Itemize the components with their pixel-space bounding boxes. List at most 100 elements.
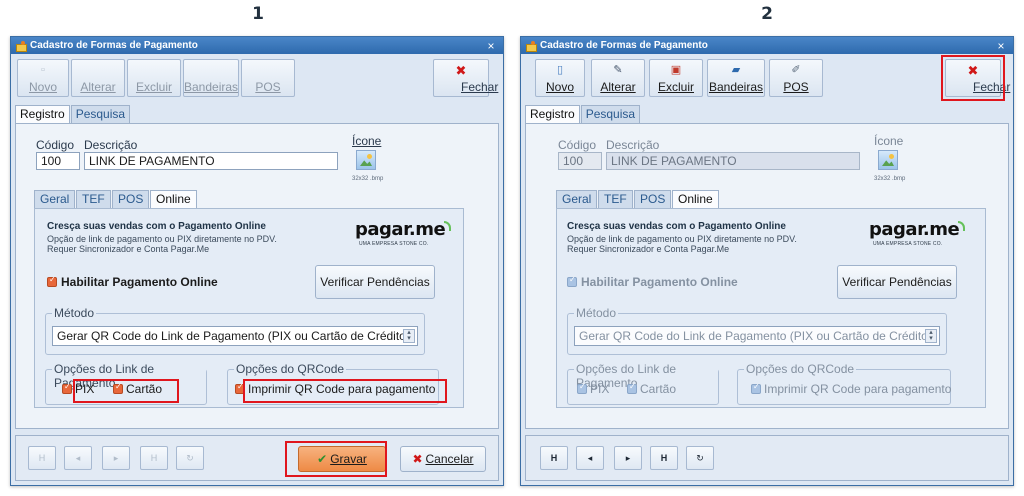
app-icon: [526, 40, 537, 52]
pix-label: PIX: [75, 382, 95, 396]
next-record-button[interactable]: ▸: [614, 446, 642, 470]
inner-tab-pos[interactable]: POS: [634, 190, 672, 208]
descricao-label: Descrição: [84, 138, 138, 152]
cartao-checkbox[interactable]: [113, 382, 123, 394]
gravar-button[interactable]: ✔ Gravar: [298, 446, 386, 472]
promo-title: Cresça suas vendas com o Pagamento Onlin…: [47, 221, 266, 232]
step-number-2: 2: [761, 4, 773, 24]
fechar-button[interactable]: ✖ Fechar: [945, 59, 1010, 97]
pos-button[interactable]: POS: [241, 59, 295, 97]
cartao-label: Cartão: [640, 382, 677, 396]
payment-icon-picker[interactable]: [356, 150, 376, 170]
card-brands-icon: ▰: [731, 64, 741, 76]
descricao-field[interactable]: LINK DE PAGAMENTO: [84, 152, 338, 170]
delete-icon: ▣: [670, 64, 682, 76]
inner-tab-online[interactable]: Online: [150, 190, 197, 209]
codigo-field[interactable]: 100: [36, 152, 80, 170]
payment-form-window-view-mode: Cadastro de Formas de Pagamento × ▯ Novo …: [520, 36, 1014, 486]
first-record-button[interactable]: H: [540, 446, 568, 470]
cancelar-button[interactable]: ✖ Cancelar: [400, 446, 486, 472]
metodo-label: Método: [52, 306, 97, 320]
habilitar-label: Habilitar Pagamento Online: [581, 275, 738, 289]
bandeiras-button[interactable]: ▰ Bandeiras: [707, 59, 765, 97]
new-document-icon: ▫: [41, 64, 45, 76]
payment-form-window-edit-mode: Cadastro de Formas de Pagamento × ▫ Novo …: [10, 36, 504, 486]
icone-label: Ícone: [352, 134, 382, 148]
pix-checkbox[interactable]: [577, 382, 587, 394]
close-icon: ✖: [967, 63, 979, 78]
verificar-pendencias-button[interactable]: Verificar Pendências: [315, 265, 435, 299]
window-title: Cadastro de Formas de Pagamento: [30, 40, 198, 51]
alterar-button[interactable]: ✎ Alterar: [591, 59, 645, 97]
tab-pesquisa[interactable]: Pesquisa: [70, 105, 131, 123]
online-panel: Cresça suas vendas com o Pagamento Onlin…: [34, 208, 464, 408]
metodo-select[interactable]: Gerar QR Code do Link de Pagamento (PIX …: [574, 326, 940, 346]
opcoes-qrcode-label: Opções do QRCode: [744, 362, 857, 376]
tab-pesquisa[interactable]: Pesquisa: [580, 105, 641, 123]
tab-registro[interactable]: Registro: [15, 105, 70, 124]
codigo-field[interactable]: 100: [558, 152, 602, 170]
promo-title: Cresça suas vendas com o Pagamento Onlin…: [567, 221, 786, 232]
refresh-button[interactable]: ↻: [176, 446, 204, 470]
imprimir-qrcode-label: Imprimir QR Code para pagamento: [764, 382, 952, 396]
online-panel: Cresça suas vendas com o Pagamento Onlin…: [556, 208, 986, 408]
icone-size-note: 32x32 .bmp: [874, 176, 906, 182]
novo-button[interactable]: ▫ Novo: [17, 59, 69, 97]
pagarme-logo: pagar.me: [355, 219, 452, 240]
toolbar: ▫ Novo Alterar Excluir Bandeiras POS ✖ Fec…: [11, 54, 503, 104]
inner-tab-geral[interactable]: Geral: [556, 190, 598, 208]
toolbar: ▯ Novo ✎ Alterar ▣ Excluir ▰ Bandeiras ✐ POS …: [521, 54, 1013, 104]
excluir-button[interactable]: ▣ Excluir: [649, 59, 703, 97]
imprimir-qrcode-checkbox[interactable]: [235, 382, 245, 394]
alterar-button[interactable]: Alterar: [71, 59, 125, 97]
excluir-button[interactable]: Excluir: [127, 59, 181, 97]
refresh-button[interactable]: ↻: [686, 446, 714, 470]
close-icon: ✖: [455, 63, 467, 78]
icone-label: Ícone: [874, 134, 904, 148]
verificar-pendencias-button[interactable]: Verificar Pendências: [837, 265, 957, 299]
inner-tab-online[interactable]: Online: [672, 190, 719, 209]
descricao-field[interactable]: LINK DE PAGAMENTO: [606, 152, 860, 170]
title-bar: Cadastro de Formas de Pagamento ×: [11, 37, 503, 54]
habilitar-checkbox[interactable]: [567, 275, 577, 287]
bandeiras-button[interactable]: Bandeiras: [183, 59, 239, 97]
descricao-label: Descrição: [606, 138, 660, 152]
inner-tab-tef[interactable]: TEF: [598, 190, 633, 208]
previous-record-button[interactable]: ◂: [64, 446, 92, 470]
habilitar-checkbox[interactable]: [47, 275, 57, 287]
cartao-checkbox[interactable]: [627, 382, 637, 394]
habilitar-label: Habilitar Pagamento Online: [61, 275, 218, 289]
first-record-button[interactable]: H: [28, 446, 56, 470]
logo-arc-icon: [444, 221, 452, 231]
last-record-button[interactable]: H: [140, 446, 168, 470]
window-close-icon[interactable]: ×: [994, 39, 1008, 53]
app-icon: [16, 40, 27, 52]
metodo-label: Método: [574, 306, 619, 320]
novo-button[interactable]: ▯ Novo: [535, 59, 585, 97]
inner-tab-tef[interactable]: TEF: [76, 190, 111, 208]
step-number-1: 1: [252, 4, 264, 24]
new-document-icon: ▯: [556, 64, 564, 76]
pix-checkbox[interactable]: [62, 382, 72, 394]
registro-panel: Código Descrição Ícone 100 LINK DE PAGAM…: [525, 123, 1009, 429]
previous-record-button[interactable]: ◂: [576, 446, 604, 470]
inner-tab-pos[interactable]: POS: [112, 190, 150, 208]
fechar-button[interactable]: ✖ Fechar: [433, 59, 498, 97]
codigo-label: Código: [36, 138, 75, 152]
window-close-icon[interactable]: ×: [484, 39, 498, 53]
imprimir-qrcode-label: Imprimir QR Code para pagamento: [248, 382, 436, 396]
tab-registro[interactable]: Registro: [525, 105, 580, 124]
title-bar: Cadastro de Formas de Pagamento ×: [521, 37, 1013, 54]
last-record-button[interactable]: H: [650, 446, 678, 470]
payment-icon-picker[interactable]: [878, 150, 898, 170]
next-record-button[interactable]: ▸: [102, 446, 130, 470]
chevron-updown-icon: ▴ ▾: [925, 329, 937, 343]
cartao-label: Cartão: [126, 382, 163, 396]
pos-button[interactable]: ✐ POS: [769, 59, 823, 97]
imprimir-qrcode-checkbox[interactable]: [751, 382, 761, 394]
checkmark-icon: ✔: [317, 452, 328, 466]
metodo-select[interactable]: Gerar QR Code do Link de Pagamento (PIX …: [52, 326, 418, 346]
inner-tab-geral[interactable]: Geral: [34, 190, 76, 208]
record-navigation-bar: H ◂ ▸ H ↻: [525, 435, 1009, 481]
record-navigation-bar: H ◂ ▸ H ↻ ✔ Gravar ✖ Cancelar: [15, 435, 499, 481]
